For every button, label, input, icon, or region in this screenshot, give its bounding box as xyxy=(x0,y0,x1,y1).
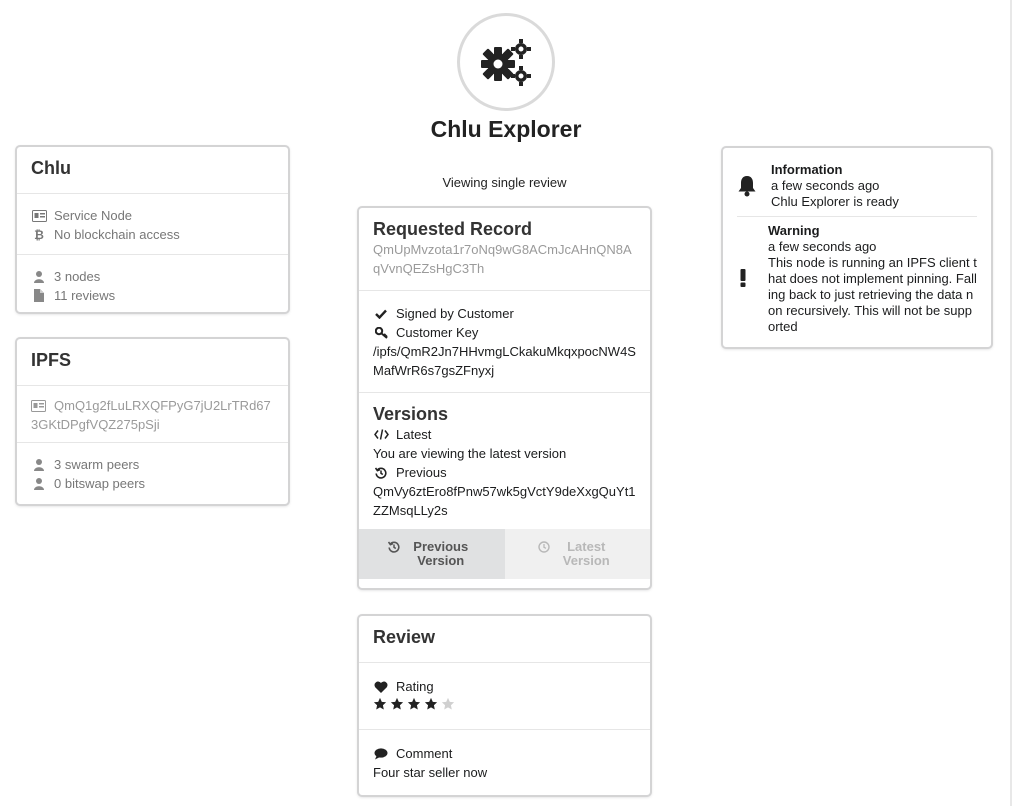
file-icon xyxy=(31,289,47,303)
bell-icon xyxy=(737,175,757,200)
signed-row: Signed by Customer xyxy=(373,304,636,323)
rating-row: Rating xyxy=(373,677,636,696)
star-empty-icon xyxy=(441,697,455,714)
star-filled-icon xyxy=(373,697,387,714)
latest-version-button[interactable]: Latest Version xyxy=(504,529,650,579)
heart-icon xyxy=(373,680,389,694)
user-icon xyxy=(31,458,47,472)
notifications-panel: Information a few seconds ago Chlu Explo… xyxy=(722,147,992,348)
comment-label: Comment xyxy=(396,746,453,761)
ipfs-card-title: IPFS xyxy=(31,350,72,370)
cogs-icon xyxy=(481,39,531,86)
history-icon xyxy=(387,541,400,556)
star-filled-icon xyxy=(407,697,421,714)
reviews-row: 11 reviews xyxy=(31,286,274,305)
notification-warning-message: This node is running an IPFS client that… xyxy=(768,255,977,334)
previous-row: Previous xyxy=(373,463,636,482)
signed-label: Signed by Customer xyxy=(396,306,514,321)
exclamation-icon xyxy=(740,269,746,290)
notification-info: Information a few seconds ago Chlu Explo… xyxy=(737,162,977,216)
notification-warning: Warning a few seconds ago This node is r… xyxy=(737,217,977,335)
bitswap-peers: 0 bitswap peers xyxy=(54,476,146,491)
latest-version-label: Latest Version xyxy=(562,539,610,568)
nodes-count: 3 nodes xyxy=(54,269,101,284)
swarm-peers: 3 swarm peers xyxy=(54,457,140,472)
chlu-card: Chlu Service Node ₿ No blockchain access… xyxy=(16,146,289,313)
star-filled-icon xyxy=(390,697,404,714)
key-row: Customer Key xyxy=(373,323,636,342)
record-title: Requested Record xyxy=(373,219,533,239)
code-icon xyxy=(373,428,389,442)
notification-info-type: Information xyxy=(771,162,843,177)
node-type: Service Node xyxy=(54,208,133,223)
ipfs-card: IPFS QmQ1g2fLuLRXQFPyG7jU2LrTRd673GKtDPg… xyxy=(16,338,289,505)
id-card-icon xyxy=(31,399,46,415)
check-icon xyxy=(373,307,389,321)
previous-label: Previous xyxy=(396,465,447,480)
blockchain-row: ₿ No blockchain access xyxy=(31,225,274,244)
blockchain-status: No blockchain access xyxy=(54,227,180,242)
record-card: Requested Record QmUpMvzota1r7oNq9wG8ACm… xyxy=(358,207,651,589)
previous-version-button[interactable]: Previous Version xyxy=(359,529,505,579)
ipfs-node-id: QmQ1g2fLuLRXQFPyG7jU2LrTRd673GKtDPgfVQZ2… xyxy=(31,398,271,432)
chlu-card-title: Chlu xyxy=(31,158,71,178)
comment-row: Comment xyxy=(373,744,636,763)
app-logo xyxy=(457,13,555,111)
page-title: Chlu Explorer xyxy=(430,116,582,142)
bitswap-peers-row: 0 bitswap peers xyxy=(31,474,274,493)
review-title: Review xyxy=(373,627,436,647)
rating-stars xyxy=(373,697,636,715)
id-card-icon xyxy=(31,209,47,223)
latest-row: Latest xyxy=(373,425,636,444)
previous-version-label: Previous Version xyxy=(413,539,469,568)
comment-icon xyxy=(373,747,389,761)
record-multihash: QmUpMvzota1r7oNq9wG8ACmJcAHnQN8AqVvnQEZs… xyxy=(373,242,632,276)
previous-hash[interactable]: QmVy6ztEro8fPnw57wk5gVctY9deXxgQuYt1ZZMs… xyxy=(373,482,636,520)
history-icon xyxy=(373,466,389,480)
notification-warning-time: a few seconds ago xyxy=(768,239,877,254)
latest-text: You are viewing the latest version xyxy=(373,446,567,461)
review-card: Review Rating Comment Four star seller n… xyxy=(358,615,651,796)
clock-icon xyxy=(538,541,550,556)
page-subtitle: Viewing single review xyxy=(442,175,567,190)
latest-label: Latest xyxy=(396,427,432,442)
key-icon xyxy=(373,326,389,340)
notification-info-time: a few seconds ago xyxy=(771,178,880,193)
key-label: Customer Key xyxy=(396,325,479,340)
version-buttons: Previous Version Latest Version xyxy=(359,529,650,579)
star-filled-icon xyxy=(424,697,438,714)
node-type-row: Service Node xyxy=(31,206,274,225)
comment-text: Four star seller now xyxy=(373,765,488,780)
user-icon xyxy=(31,270,47,284)
user-icon xyxy=(31,477,47,491)
bitcoin-icon: ₿ xyxy=(34,227,44,242)
notification-info-message: Chlu Explorer is ready xyxy=(771,194,899,209)
versions-title: Versions xyxy=(373,404,449,424)
nodes-row: 3 nodes xyxy=(31,267,274,286)
swarm-peers-row: 3 swarm peers xyxy=(31,455,274,474)
rating-label: Rating xyxy=(396,679,434,694)
reviews-count: 11 reviews xyxy=(54,288,116,303)
key-path: /ipfs/QmR2Jn7HHvmgLCkakuMkqxpocNW4SMafWr… xyxy=(373,344,636,378)
notification-warning-type: Warning xyxy=(768,223,820,238)
